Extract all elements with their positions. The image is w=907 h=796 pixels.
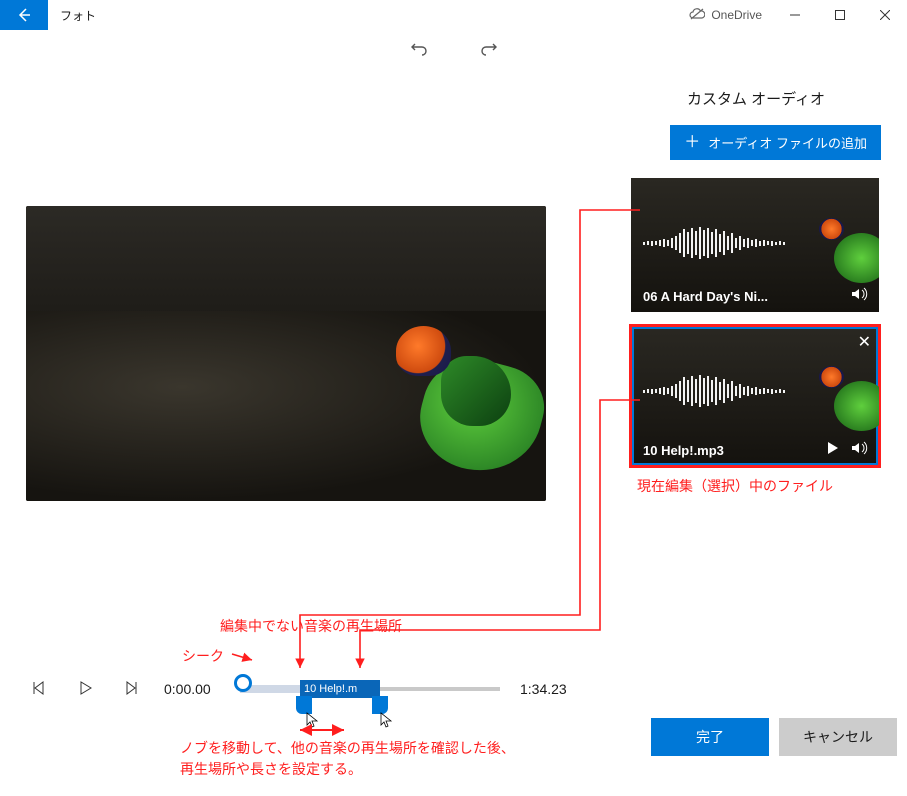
close-button[interactable] (862, 0, 907, 30)
cursor-icon (380, 712, 394, 730)
cloud-icon (689, 8, 705, 23)
plus-icon: ＋ (684, 135, 700, 151)
play-icon[interactable] (825, 441, 839, 458)
timeline-tray: 編集中でない音楽の再生場所 シーク 0:00.00 10 Help!.m 1:3… (0, 626, 907, 796)
footer-buttons: 完了 キャンセル (651, 718, 897, 756)
audio-clip-item-selected[interactable]: ✕ 10 Help!.mp3 (631, 326, 879, 466)
waveform-icon (643, 226, 809, 260)
step-back-button[interactable] (26, 675, 52, 704)
add-audio-button[interactable]: ＋ オーディオ ファイルの追加 (670, 125, 881, 160)
history-controls (0, 30, 907, 66)
current-time: 0:00.00 (164, 681, 220, 697)
audio-clip-item[interactable]: 06 A Hard Day's Ni... (631, 178, 879, 312)
audio-clip-label: 06 A Hard Day's Ni... (643, 289, 768, 304)
annotation-other-music: 編集中でない音楽の再生場所 (220, 616, 402, 636)
timeline-clip[interactable]: 10 Help!.m (300, 680, 380, 698)
audio-clip-label: 10 Help!.mp3 (643, 443, 724, 458)
title-bar: フォト OneDrive (0, 0, 907, 30)
waveform-icon (643, 374, 809, 408)
onedrive-label: OneDrive (711, 8, 762, 22)
maximize-button[interactable] (817, 0, 862, 30)
annotation-knob-help: ノブを移動して、他の音楽の再生場所を確認した後、 再生場所や長さを設定する。 (180, 738, 515, 780)
volume-icon[interactable] (851, 287, 869, 304)
remove-clip-icon[interactable]: ✕ (858, 332, 871, 352)
video-preview (26, 206, 546, 501)
step-forward-button[interactable] (118, 675, 144, 704)
redo-button[interactable] (479, 40, 499, 63)
onedrive-status[interactable]: OneDrive (679, 0, 772, 30)
cursor-icon (306, 712, 320, 730)
audio-panel: カスタム オーディオ ＋ オーディオ ファイルの追加 06 A Hard Day… (631, 66, 881, 501)
panel-title: カスタム オーディオ (631, 66, 881, 125)
annotation-seek: シーク (182, 646, 224, 666)
undo-button[interactable] (409, 40, 429, 63)
seek-knob[interactable] (234, 674, 252, 692)
add-audio-label: オーディオ ファイルの追加 (708, 133, 867, 152)
timeline-bar[interactable]: 10 Help!.m (240, 674, 500, 704)
total-time: 1:34.23 (520, 681, 576, 697)
annotation-selected-file: 現在編集（選択）中のファイル (631, 466, 881, 496)
cancel-button[interactable]: キャンセル (779, 718, 897, 756)
volume-icon[interactable] (851, 441, 869, 458)
play-button[interactable] (72, 675, 98, 704)
back-button[interactable] (0, 0, 48, 30)
minimize-button[interactable] (772, 0, 817, 30)
done-button[interactable]: 完了 (651, 718, 769, 756)
app-name: フォト (48, 0, 108, 30)
